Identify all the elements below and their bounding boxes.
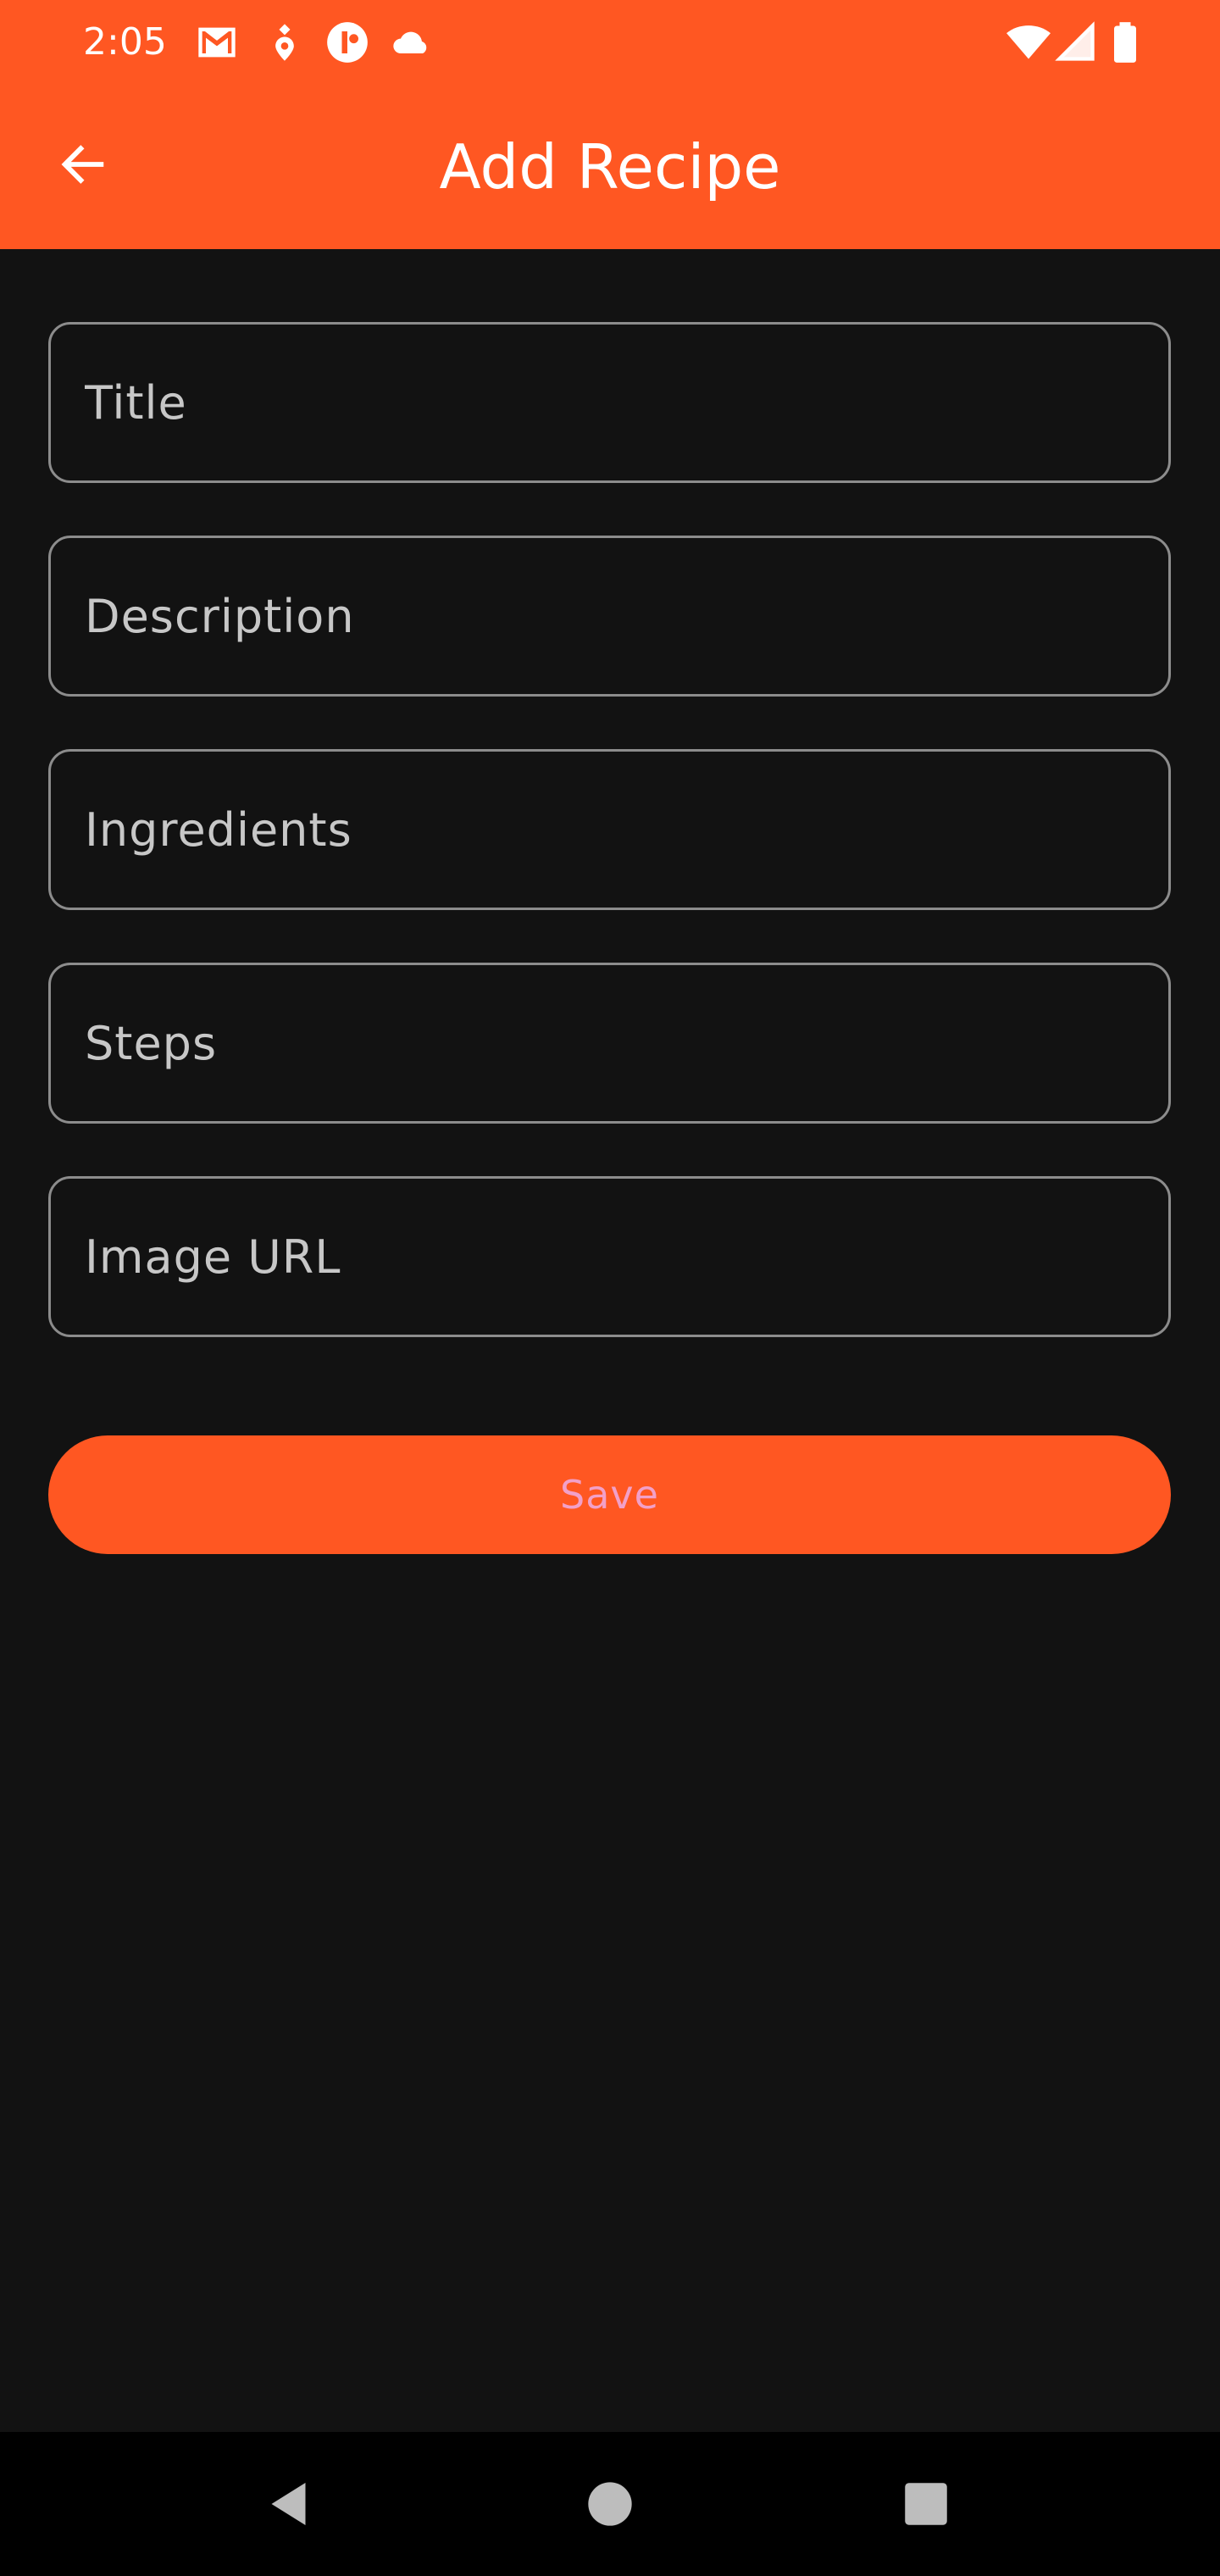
location-pin-icon	[263, 20, 307, 64]
battery-icon	[1103, 20, 1147, 64]
nav-back-icon	[271, 2483, 306, 2525]
status-time: 2:05	[83, 20, 167, 64]
title-input[interactable]	[51, 325, 1168, 480]
nav-recents-button[interactable]	[888, 2466, 964, 2542]
ingredients-input[interactable]	[51, 752, 1168, 908]
ingredients-field[interactable]	[48, 749, 1171, 910]
description-input[interactable]	[51, 538, 1168, 694]
nav-home-button[interactable]	[572, 2466, 648, 2542]
cellular-signal-icon	[1054, 20, 1098, 64]
wifi-icon	[1006, 20, 1051, 64]
steps-field[interactable]	[48, 963, 1171, 1124]
app-bar: 2:05 Add Recipe	[0, 0, 1220, 249]
nav-home-icon	[588, 2482, 632, 2526]
status-bar: 2:05	[0, 0, 1220, 85]
steps-input[interactable]	[51, 965, 1168, 1121]
title-field[interactable]	[48, 322, 1171, 483]
system-navigation-bar	[0, 2432, 1220, 2576]
image-url-input[interactable]	[51, 1179, 1168, 1335]
save-button[interactable]: Save	[48, 1435, 1171, 1554]
app-badge-icon	[325, 20, 369, 64]
image-url-field[interactable]	[48, 1176, 1171, 1337]
toolbar: Add Recipe	[0, 85, 1220, 249]
gmail-icon	[195, 20, 239, 64]
nav-back-button[interactable]	[252, 2466, 329, 2542]
page-title: Add Recipe	[439, 131, 781, 203]
cloud-icon	[390, 20, 434, 64]
description-field[interactable]	[48, 536, 1171, 697]
nav-recents-icon	[905, 2483, 947, 2525]
